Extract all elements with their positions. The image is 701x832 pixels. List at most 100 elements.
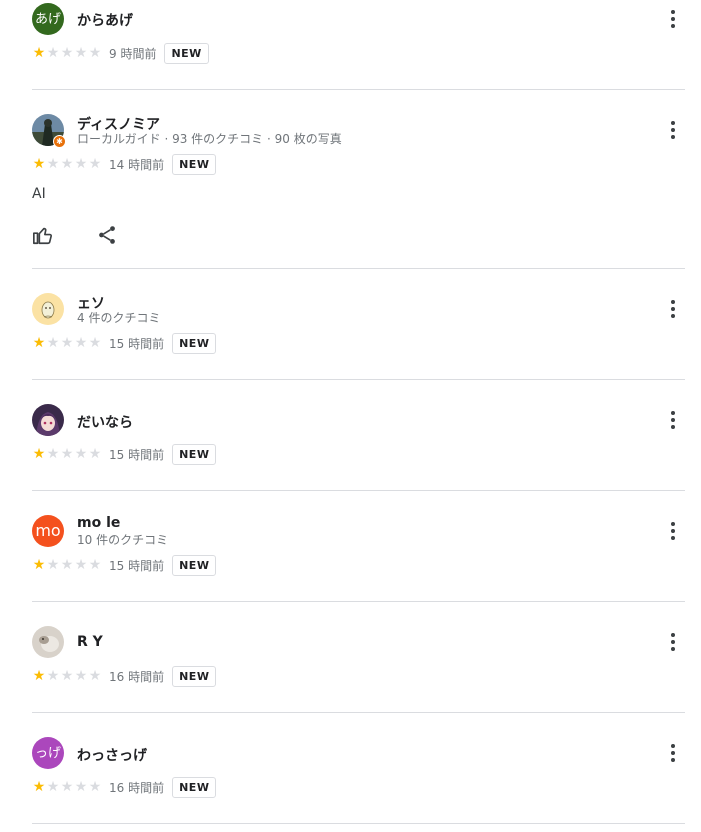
reviewer-name[interactable]: R Y	[77, 634, 103, 650]
new-badge: NEW	[172, 554, 217, 576]
reviewer-name[interactable]: わっさっげ	[77, 745, 147, 765]
star-icon: ★	[60, 45, 74, 61]
rating-row: ★ ★ ★ ★ ★ 16 時間前 NEW	[32, 776, 217, 798]
rating-row: ★ ★ ★ ★ ★ 15 時間前 NEW	[32, 443, 217, 465]
avatar-photo	[32, 404, 64, 436]
avatar[interactable]	[32, 293, 64, 325]
star-icon: ★	[60, 668, 74, 684]
star-icon: ★	[88, 335, 102, 351]
more-options-button[interactable]	[664, 8, 682, 30]
review-text: AI	[32, 186, 46, 202]
star-rating: ★ ★ ★ ★ ★	[32, 780, 102, 794]
divider	[32, 89, 685, 90]
reviewer-meta: 4 件のクチコミ	[77, 311, 161, 325]
more-vert-icon	[671, 121, 675, 139]
star-rating: ★ ★ ★ ★ ★	[32, 447, 102, 461]
thumb-up-icon	[33, 227, 53, 245]
rating-row: ★ ★ ★ ★ ★ 16 時間前 NEW	[32, 665, 217, 687]
review-time: 9 時間前	[109, 46, 157, 61]
star-icon: ★	[60, 557, 74, 573]
star-icon: ★	[32, 668, 46, 684]
review-time: 16 時間前	[109, 669, 165, 684]
new-badge: NEW	[164, 42, 209, 64]
like-button[interactable]	[32, 224, 54, 246]
avatar[interactable]: mo	[32, 515, 64, 547]
avatar[interactable]	[32, 626, 64, 658]
review-time: 15 時間前	[109, 336, 165, 351]
reviewer-name[interactable]: だいなら	[77, 412, 133, 432]
divider	[32, 490, 685, 491]
new-badge: NEW	[172, 443, 217, 465]
review-time: 16 時間前	[109, 780, 165, 795]
more-options-button[interactable]	[664, 631, 682, 653]
star-icon: ★	[88, 45, 102, 61]
rating-row: ★ ★ ★ ★ ★ 14 時間前 NEW	[32, 153, 217, 175]
reviewer-name[interactable]: からあげ	[77, 10, 133, 30]
new-badge: NEW	[172, 665, 217, 687]
more-vert-icon	[671, 522, 675, 540]
avatar[interactable]	[32, 404, 64, 436]
new-badge: NEW	[172, 332, 217, 354]
more-options-button[interactable]	[664, 742, 682, 764]
star-icon: ★	[46, 557, 60, 573]
divider	[32, 268, 685, 269]
star-icon: ★	[46, 335, 60, 351]
star-icon: ★	[74, 779, 88, 795]
star-icon: ★	[32, 156, 46, 172]
divider	[32, 712, 685, 713]
divider	[32, 379, 685, 380]
star-icon: ★	[32, 779, 46, 795]
star-rating: ★ ★ ★ ★ ★	[32, 669, 102, 683]
rating-row: ★ ★ ★ ★ ★ 15 時間前 NEW	[32, 332, 217, 354]
avatar-initials: mo	[35, 521, 61, 540]
divider	[32, 601, 685, 602]
star-icon: ★	[32, 335, 46, 351]
rating-row: ★ ★ ★ ★ ★ 9 時間前 NEW	[32, 42, 209, 64]
more-options-button[interactable]	[664, 520, 682, 542]
star-icon: ★	[88, 668, 102, 684]
star-icon: ★	[46, 446, 60, 462]
reviewer-meta: ローカルガイド · 93 件のクチコミ · 90 枚の写真	[77, 132, 342, 146]
star-icon: ★	[46, 156, 60, 172]
divider	[32, 823, 685, 824]
more-vert-icon	[671, 10, 675, 28]
share-button[interactable]	[96, 224, 118, 246]
star-rating: ★ ★ ★ ★ ★	[32, 157, 102, 171]
star-icon: ★	[60, 156, 74, 172]
share-icon	[99, 226, 115, 244]
more-options-button[interactable]	[664, 409, 682, 431]
avatar[interactable]: ✱	[32, 114, 66, 148]
more-options-button[interactable]	[664, 119, 682, 141]
review-time: 15 時間前	[109, 447, 165, 462]
new-badge: NEW	[172, 776, 217, 798]
avatar-photo	[32, 293, 64, 325]
star-rating: ★ ★ ★ ★ ★	[32, 46, 102, 60]
new-badge: NEW	[172, 153, 217, 175]
more-vert-icon	[671, 300, 675, 318]
star-icon: ★	[32, 557, 46, 573]
review-time: 14 時間前	[109, 157, 165, 172]
avatar-initials: っげ	[34, 745, 61, 761]
reviewer-name[interactable]: mo le	[77, 515, 120, 531]
avatar[interactable]: あげ	[32, 3, 64, 35]
avatar-initials: あげ	[34, 11, 61, 27]
reviewer-meta: 10 件のクチコミ	[77, 533, 169, 547]
star-icon: ★	[46, 779, 60, 795]
star-icon: ★	[88, 557, 102, 573]
star-rating: ★ ★ ★ ★ ★	[32, 558, 102, 572]
more-vert-icon	[671, 744, 675, 762]
rating-row: ★ ★ ★ ★ ★ 15 時間前 NEW	[32, 554, 217, 576]
more-options-button[interactable]	[664, 298, 682, 320]
star-icon: ★	[60, 779, 74, 795]
star-icon: ★	[88, 779, 102, 795]
avatar[interactable]: っげ	[32, 737, 64, 769]
avatar-photo	[32, 626, 64, 658]
review-time: 15 時間前	[109, 558, 165, 573]
star-icon: ★	[74, 335, 88, 351]
star-icon: ★	[88, 156, 102, 172]
star-icon: ★	[60, 335, 74, 351]
more-vert-icon	[671, 411, 675, 429]
star-icon: ★	[74, 668, 88, 684]
star-icon: ★	[88, 446, 102, 462]
star-icon: ★	[46, 668, 60, 684]
